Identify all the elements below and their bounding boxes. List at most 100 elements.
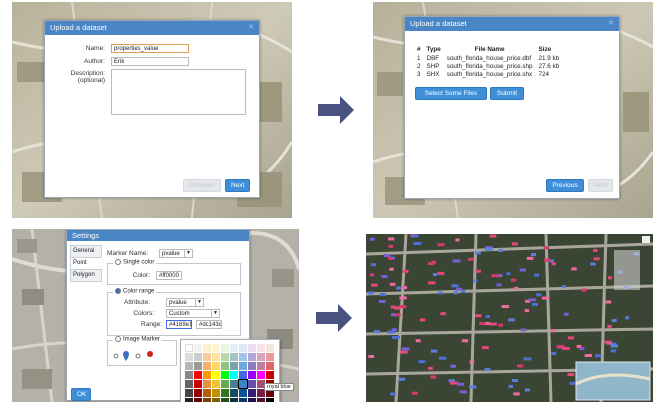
- color-swatch[interactable]: [203, 380, 211, 388]
- house-marker[interactable]: [531, 253, 536, 257]
- name-input[interactable]: properties_value: [111, 44, 189, 53]
- house-marker[interactable]: [388, 257, 393, 260]
- house-marker[interactable]: [496, 283, 502, 287]
- house-marker[interactable]: [374, 330, 380, 334]
- submit-button[interactable]: Submit: [490, 87, 524, 100]
- color-swatch[interactable]: [203, 398, 211, 402]
- house-marker[interactable]: [457, 382, 465, 386]
- house-marker[interactable]: [561, 346, 570, 350]
- color-swatch[interactable]: [257, 344, 265, 352]
- house-marker[interactable]: [604, 340, 612, 344]
- house-marker[interactable]: [431, 260, 437, 264]
- house-marker[interactable]: [584, 354, 592, 357]
- house-marker[interactable]: [420, 318, 426, 322]
- house-marker[interactable]: [593, 257, 600, 261]
- color-swatch[interactable]: [257, 353, 265, 361]
- range-to-input[interactable]: #dc143c: [196, 320, 222, 329]
- house-marker[interactable]: [526, 256, 534, 260]
- house-marker[interactable]: [389, 282, 396, 286]
- color-swatch[interactable]: [194, 398, 202, 402]
- house-marker[interactable]: [608, 276, 613, 280]
- house-marker[interactable]: [390, 305, 397, 309]
- house-marker[interactable]: [412, 391, 418, 395]
- house-marker[interactable]: [611, 319, 617, 322]
- house-marker[interactable]: [394, 313, 401, 317]
- color-swatch[interactable]: [266, 353, 274, 361]
- house-marker[interactable]: [387, 330, 395, 334]
- marker-options-icon[interactable]: [112, 349, 172, 363]
- house-marker[interactable]: [450, 381, 458, 385]
- house-marker[interactable]: [396, 286, 401, 290]
- color-swatch[interactable]: [194, 362, 202, 370]
- house-marker[interactable]: [378, 300, 386, 303]
- color-swatch[interactable]: [257, 398, 265, 402]
- house-marker[interactable]: [390, 392, 396, 396]
- house-marker[interactable]: [491, 274, 499, 278]
- house-marker[interactable]: [388, 244, 394, 248]
- color-swatch[interactable]: [221, 380, 229, 388]
- color-swatch[interactable]: [239, 353, 247, 361]
- author-input[interactable]: Erik: [111, 57, 189, 66]
- color-swatch[interactable]: [203, 362, 211, 370]
- house-marker[interactable]: [367, 291, 375, 295]
- color-swatch[interactable]: [212, 398, 220, 402]
- color-swatch[interactable]: [212, 389, 220, 397]
- house-marker[interactable]: [401, 286, 408, 290]
- result-map-canvas[interactable]: [366, 234, 653, 402]
- color-swatch[interactable]: [230, 344, 238, 352]
- previous-button[interactable]: Previous: [546, 179, 584, 192]
- house-marker[interactable]: [415, 339, 421, 343]
- color-swatch[interactable]: [266, 398, 274, 402]
- range-color-select[interactable]: Custom ▼: [166, 309, 220, 318]
- house-marker[interactable]: [456, 287, 463, 291]
- house-marker[interactable]: [450, 364, 457, 368]
- house-marker[interactable]: [469, 360, 475, 364]
- color-swatch[interactable]: [238, 379, 248, 389]
- house-marker[interactable]: [489, 322, 497, 326]
- house-marker[interactable]: [380, 293, 386, 296]
- house-marker[interactable]: [543, 246, 550, 250]
- house-marker[interactable]: [388, 237, 395, 241]
- house-marker[interactable]: [459, 390, 467, 394]
- house-marker[interactable]: [524, 388, 530, 392]
- house-marker[interactable]: [581, 288, 587, 292]
- color-swatch[interactable]: [203, 389, 211, 397]
- color-swatch[interactable]: [266, 362, 274, 370]
- next-button[interactable]: Next: [588, 179, 613, 192]
- house-marker[interactable]: [508, 384, 513, 388]
- house-marker[interactable]: [542, 296, 550, 300]
- house-marker[interactable]: [551, 329, 556, 333]
- house-marker[interactable]: [595, 354, 602, 358]
- tab-polygon[interactable]: Polygon: [70, 269, 102, 282]
- color-swatch[interactable]: [248, 371, 256, 379]
- house-marker[interactable]: [437, 271, 445, 275]
- single-color-radio[interactable]: Single color: [113, 259, 157, 266]
- color-swatch[interactable]: [194, 380, 202, 388]
- house-marker[interactable]: [610, 349, 617, 353]
- house-marker[interactable]: [432, 273, 438, 276]
- house-marker[interactable]: [520, 328, 527, 332]
- house-marker[interactable]: [461, 339, 469, 343]
- house-marker[interactable]: [439, 356, 447, 360]
- house-marker[interactable]: [576, 344, 582, 348]
- color-swatch[interactable]: [194, 389, 202, 397]
- color-swatch[interactable]: [221, 353, 229, 361]
- color-swatch[interactable]: [185, 371, 193, 379]
- single-color-input[interactable]: #ff0000: [156, 271, 182, 280]
- color-swatch[interactable]: [221, 344, 229, 352]
- color-swatch[interactable]: [203, 371, 211, 379]
- house-marker[interactable]: [510, 278, 517, 282]
- next-button[interactable]: Next: [225, 179, 250, 192]
- house-marker[interactable]: [451, 284, 459, 288]
- house-marker[interactable]: [368, 355, 375, 358]
- house-marker[interactable]: [528, 298, 536, 302]
- color-swatch[interactable]: [230, 398, 238, 402]
- house-marker[interactable]: [567, 373, 575, 376]
- marker-name-select[interactable]: pvalue ▼: [159, 249, 193, 258]
- color-swatch[interactable]: [185, 344, 193, 352]
- previous-button[interactable]: Previous: [183, 179, 221, 192]
- color-swatch[interactable]: [266, 344, 274, 352]
- color-swatch[interactable]: [212, 371, 220, 379]
- color-swatch[interactable]: [212, 362, 220, 370]
- color-swatch[interactable]: [257, 362, 265, 370]
